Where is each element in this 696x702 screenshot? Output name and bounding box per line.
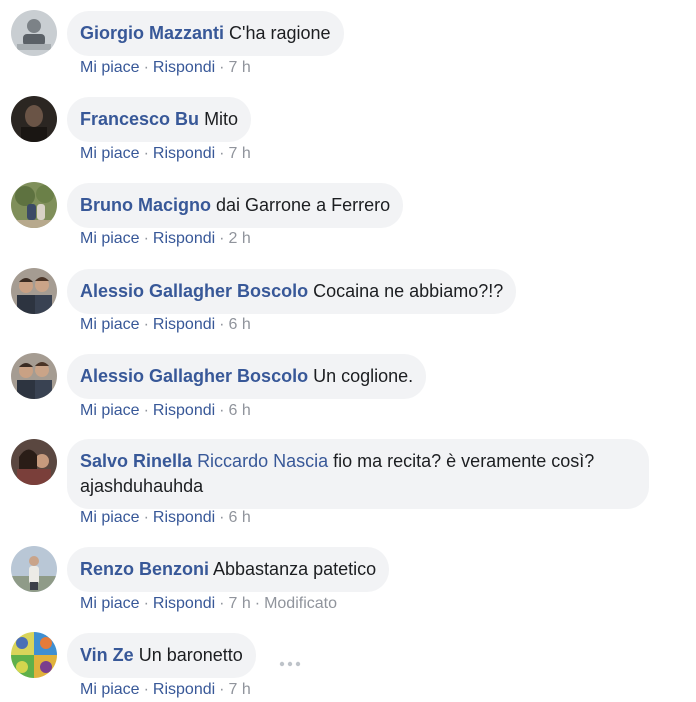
separator-dot: · <box>143 402 149 419</box>
separator-dot: · <box>143 595 149 612</box>
comment-author[interactable]: Renzo Benzoni <box>80 559 209 579</box>
like-link[interactable]: Mi piace <box>80 145 140 162</box>
avatar[interactable] <box>11 353 57 399</box>
avatar[interactable] <box>11 182 57 228</box>
comment-bubble: Francesco Bu Mito <box>67 97 252 142</box>
comment-time[interactable]: 7 h <box>229 59 251 76</box>
comment-bubble: Vin Ze Un baronetto <box>67 633 256 678</box>
comment-time[interactable]: 7 h <box>229 681 251 698</box>
like-link[interactable]: Mi piace <box>80 59 140 76</box>
comment-text: C'ha ragione <box>229 23 331 43</box>
comment-bubble: Alessio Gallagher Boscolo Un coglione. <box>67 354 427 399</box>
comment-actions: Mi piace · Rispondi · 7 h <box>80 58 251 78</box>
comment-bubble: Bruno Macigno dai Garrone a Ferrero <box>67 183 404 228</box>
comment-actions: Mi piace · Rispondi · 6 h <box>80 401 251 421</box>
separator-dot: · <box>143 509 149 526</box>
reply-link[interactable]: Rispondi <box>153 59 215 76</box>
reply-link[interactable]: Rispondi <box>153 681 215 698</box>
separator-dot: · <box>143 681 149 698</box>
separator-dot: · <box>219 509 225 526</box>
separator-dot: · <box>143 316 149 333</box>
comment-text: Un baronetto <box>138 645 243 665</box>
comment-author[interactable]: Bruno Macigno <box>80 195 211 215</box>
comment-time[interactable]: 2 h <box>229 230 251 247</box>
comment-text: Mito <box>204 109 239 129</box>
avatar[interactable] <box>11 632 57 678</box>
comment-text: Abbastanza patetico <box>213 559 377 579</box>
comment-text: dai Garrone a Ferrero <box>216 195 391 215</box>
separator-dot: · <box>219 595 225 612</box>
comment-actions: Mi piace · Rispondi · 7 h · Modificato <box>80 594 337 614</box>
more-options-icon[interactable] <box>279 655 301 667</box>
comment-author[interactable]: Alessio Gallagher Boscolo <box>80 281 308 301</box>
separator-dot: · <box>219 59 225 76</box>
mention-link[interactable]: Riccardo Nascia <box>197 451 328 471</box>
comment-time[interactable]: 7 h <box>229 145 251 162</box>
separator-dot: · <box>219 230 225 247</box>
comment-time[interactable]: 6 h <box>229 316 251 333</box>
comment-time[interactable]: 6 h <box>229 402 251 419</box>
like-link[interactable]: Mi piace <box>80 509 140 526</box>
separator-dot: · <box>219 402 225 419</box>
like-link[interactable]: Mi piace <box>80 316 140 333</box>
comment-author[interactable]: Alessio Gallagher Boscolo <box>80 366 308 386</box>
comment-text: Un coglione. <box>313 366 414 386</box>
reply-link[interactable]: Rispondi <box>153 509 215 526</box>
comment-bubble: Renzo Benzoni Abbastanza patetico <box>67 547 390 592</box>
like-link[interactable]: Mi piace <box>80 230 140 247</box>
comment-list: Giorgio Mazzanti C'ha ragione Mi piace · R… <box>0 0 696 702</box>
like-link[interactable]: Mi piace <box>80 681 140 698</box>
reply-link[interactable]: Rispondi <box>153 402 215 419</box>
comment-actions: Mi piace · Rispondi · 6 h <box>80 508 251 528</box>
separator-dot: · <box>143 59 149 76</box>
avatar[interactable] <box>11 546 57 592</box>
like-link[interactable]: Mi piace <box>80 595 140 612</box>
reply-link[interactable]: Rispondi <box>153 595 215 612</box>
separator-dot: · <box>143 230 149 247</box>
edited-label[interactable]: Modificato <box>264 595 337 612</box>
reply-link[interactable]: Rispondi <box>153 230 215 247</box>
reply-link[interactable]: Rispondi <box>153 145 215 162</box>
avatar[interactable] <box>11 96 57 142</box>
comment-time[interactable]: 7 h <box>229 595 251 612</box>
separator-dot: · <box>219 681 225 698</box>
comment-author[interactable]: Salvo Rinella <box>80 451 192 471</box>
comment-actions: Mi piace · Rispondi · 7 h <box>80 144 251 164</box>
comment-bubble: Giorgio Mazzanti C'ha ragione <box>67 11 344 56</box>
separator-dot: · <box>219 316 225 333</box>
reply-link[interactable]: Rispondi <box>153 316 215 333</box>
avatar[interactable] <box>11 439 57 485</box>
comment-bubble: Salvo Rinella Riccardo Nascia fio ma rec… <box>67 439 649 509</box>
avatar[interactable] <box>11 10 57 56</box>
separator-dot: · <box>219 145 225 162</box>
comment-author[interactable]: Francesco Bu <box>80 109 199 129</box>
separator-dot: · <box>143 145 149 162</box>
comment-text: Cocaina ne abbiamo?!? <box>313 281 504 301</box>
comment-actions: Mi piace · Rispondi · 2 h <box>80 229 251 249</box>
comment-author[interactable]: Giorgio Mazzanti <box>80 23 224 43</box>
comment-actions: Mi piace · Rispondi · 6 h <box>80 315 251 335</box>
avatar[interactable] <box>11 268 57 314</box>
comment-bubble: Alessio Gallagher Boscolo Cocaina ne abb… <box>67 269 517 314</box>
separator-dot: · <box>254 595 261 612</box>
comment-author[interactable]: Vin Ze <box>80 645 134 665</box>
comment-actions: Mi piace · Rispondi · 7 h <box>80 680 251 700</box>
comment-time[interactable]: 6 h <box>229 509 251 526</box>
like-link[interactable]: Mi piace <box>80 402 140 419</box>
